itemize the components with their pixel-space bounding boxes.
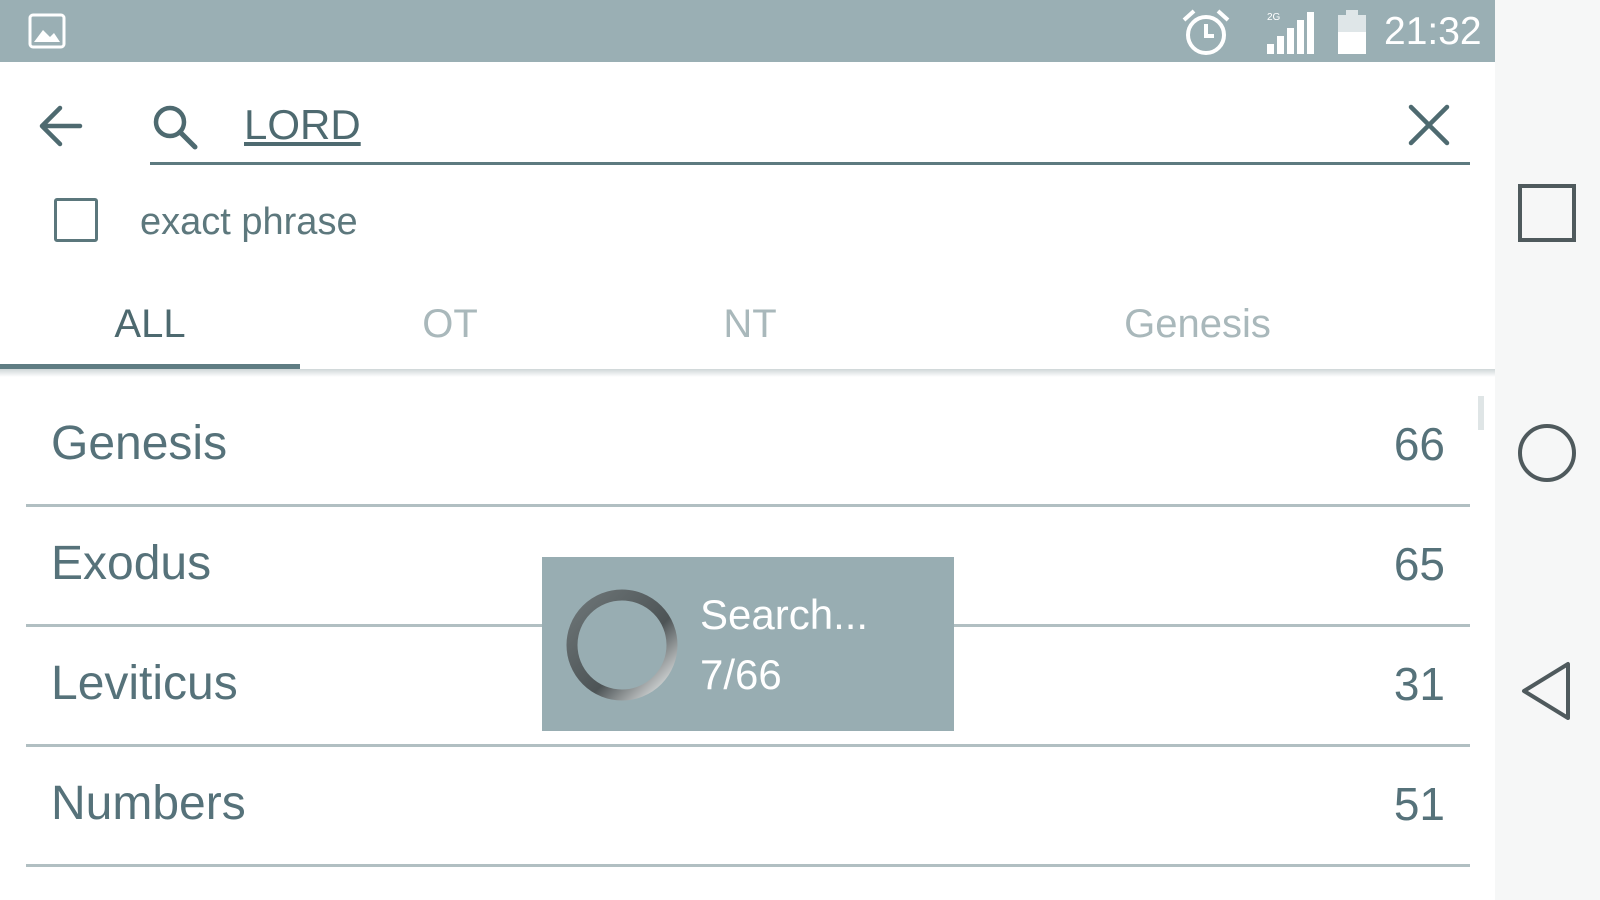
- list-item[interactable]: Genesis 66: [0, 385, 1495, 507]
- status-bar: 2G 21:32: [0, 0, 1495, 62]
- back-arrow-icon[interactable]: [34, 98, 90, 154]
- alarm-icon: [1182, 9, 1230, 55]
- hit-count: 65: [1393, 538, 1445, 590]
- signal-2g-icon: 2G: [1267, 12, 1314, 54]
- scope-tabs: ALL OT NT Genesis: [0, 282, 1495, 372]
- book-name: Numbers: [51, 777, 246, 830]
- home-circle-icon[interactable]: [1512, 418, 1582, 488]
- search-icon: [153, 105, 198, 150]
- exact-phrase-checkbox[interactable]: [54, 198, 98, 242]
- divider: [26, 864, 1470, 867]
- back-triangle-icon[interactable]: [1512, 656, 1582, 726]
- search-input[interactable]: [244, 98, 1324, 152]
- tabs-divider: [0, 369, 1495, 377]
- dialog-title: Search...: [700, 591, 869, 638]
- close-icon[interactable]: [1404, 100, 1454, 150]
- book-name: Exodus: [51, 537, 212, 590]
- tab-genesis[interactable]: Genesis: [900, 282, 1495, 366]
- search-field[interactable]: [150, 88, 1470, 165]
- hit-count: 31: [1393, 658, 1445, 710]
- recents-square-icon[interactable]: [1512, 178, 1582, 248]
- battery-icon: [1338, 10, 1366, 54]
- svg-text:2G: 2G: [1267, 12, 1281, 23]
- loading-spinner-icon: [566, 589, 678, 701]
- book-name: Genesis: [51, 417, 228, 470]
- exact-phrase-label: exact phrase: [140, 201, 358, 243]
- hit-count: 51: [1393, 778, 1445, 830]
- clock-time: 21:32: [1384, 10, 1482, 53]
- tab-ot[interactable]: OT: [300, 282, 600, 366]
- gallery-icon: [28, 13, 66, 49]
- book-name: Leviticus: [51, 657, 238, 710]
- dialog-progress-count: 7/66: [700, 651, 782, 698]
- navigation-bar: [1495, 0, 1600, 900]
- tab-all[interactable]: ALL: [0, 282, 300, 366]
- list-item[interactable]: Numbers 51: [0, 745, 1495, 867]
- hit-count: 66: [1393, 418, 1445, 470]
- tab-nt[interactable]: NT: [600, 282, 900, 366]
- search-progress-dialog: Search... 7/66: [542, 557, 954, 731]
- scrollbar-thumb[interactable]: [1478, 396, 1484, 430]
